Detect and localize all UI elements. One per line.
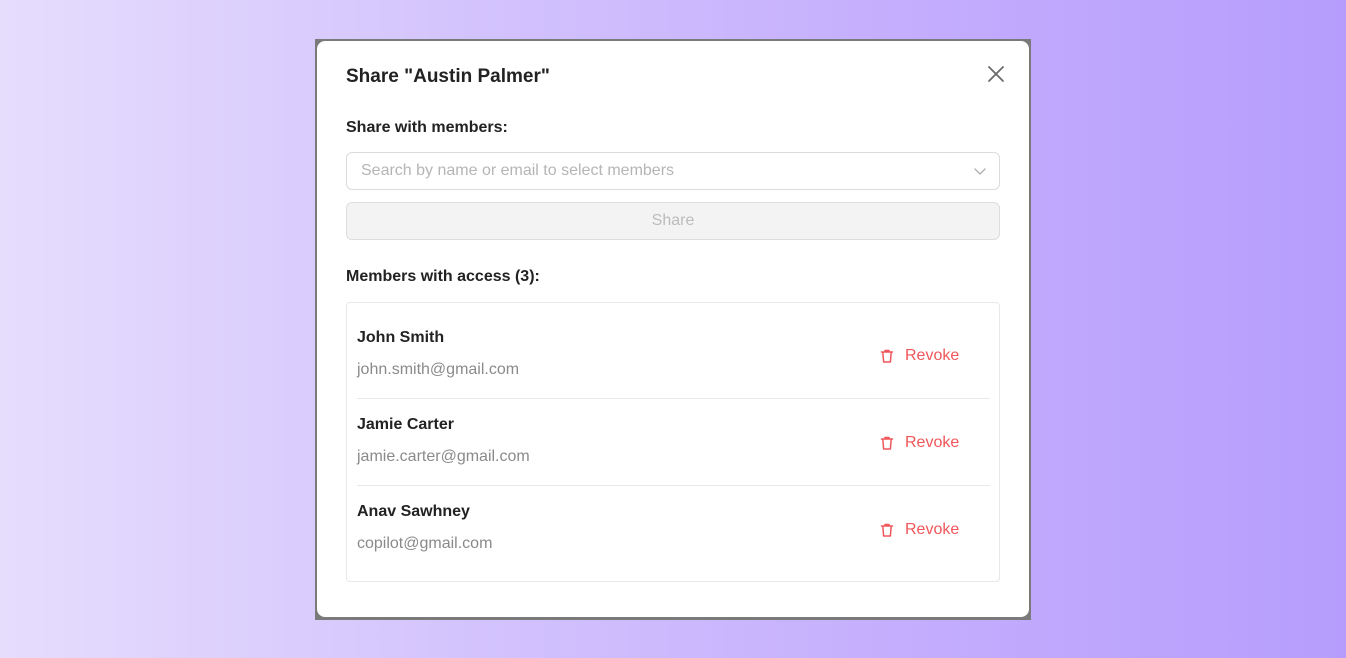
member-email: copilot@gmail.com: [357, 535, 493, 552]
revoke-label: Revoke: [905, 521, 960, 538]
trash-icon: [880, 436, 894, 450]
share-with-members-label: Share with members:: [346, 119, 508, 136]
member-row: John Smith john.smith@gmail.com Revoke: [357, 319, 990, 405]
share-button[interactable]: Share: [346, 202, 1000, 240]
revoke-button[interactable]: Revoke: [879, 431, 959, 455]
revoke-label: Revoke: [905, 347, 960, 364]
revoke-button[interactable]: Revoke: [879, 344, 959, 368]
close-button[interactable]: [985, 63, 1007, 85]
member-name: John Smith: [357, 329, 445, 346]
chevron-down-icon: [974, 168, 986, 175]
dialog-title: Share "Austin Palmer": [346, 66, 550, 87]
member-name: Jamie Carter: [357, 416, 454, 433]
member-email: jamie.carter@gmail.com: [357, 448, 530, 465]
share-dialog: Share "Austin Palmer" Share with members…: [317, 41, 1029, 617]
revoke-label: Revoke: [905, 434, 960, 451]
member-email: john.smith@gmail.com: [357, 361, 520, 378]
close-icon: [988, 66, 1004, 82]
member-row: Jamie Carter jamie.carter@gmail.com Revo…: [357, 406, 990, 492]
trash-icon: [880, 523, 894, 537]
revoke-button[interactable]: Revoke: [879, 518, 959, 542]
member-search-placeholder: Search by name or email to select member…: [361, 162, 675, 179]
member-name: Anav Sawhney: [357, 503, 470, 520]
trash-icon: [880, 349, 894, 363]
member-row: Anav Sawhney copilot@gmail.com Revoke: [357, 493, 990, 579]
members-list: John Smith john.smith@gmail.com Revoke J…: [346, 302, 1000, 582]
row-divider: [357, 485, 990, 486]
members-with-access-label: Members with access (3):: [346, 268, 540, 285]
member-search-select[interactable]: Search by name or email to select member…: [346, 152, 1000, 190]
row-divider: [357, 398, 990, 399]
